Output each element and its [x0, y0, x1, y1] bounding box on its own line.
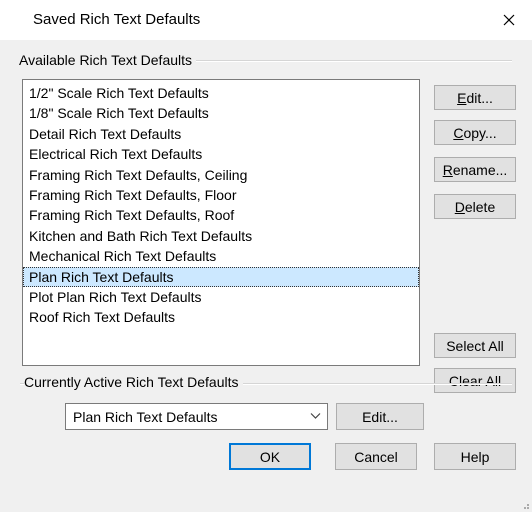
edit-button[interactable]: Edit...	[434, 85, 516, 110]
ok-button[interactable]: OK	[229, 443, 311, 470]
edit-button-label: dit...	[466, 89, 493, 106]
rename-button-mnemonic: R	[442, 161, 453, 178]
dialog-window: Saved Rich Text Defaults Available Rich …	[0, 0, 532, 512]
copy-button[interactable]: Copy...	[434, 120, 516, 145]
clear-all-button[interactable]: Clear All	[434, 368, 516, 393]
list-item[interactable]: Roof Rich Text Defaults	[23, 307, 419, 327]
defaults-list: 1/2" Scale Rich Text Defaults 1/8" Scale …	[23, 80, 419, 328]
resize-grip-icon[interactable]	[520, 500, 530, 510]
delete-button-label: elete	[464, 198, 496, 215]
defaults-listbox[interactable]: 1/2" Scale Rich Text Defaults 1/8" Scale …	[22, 79, 420, 366]
chevron-down-icon	[310, 413, 321, 419]
edit-button-mnemonic: E	[457, 89, 467, 106]
list-item[interactable]: Framing Rich Text Defaults, Roof	[23, 205, 419, 225]
rename-button[interactable]: Rename...	[434, 157, 516, 182]
select-all-button[interactable]: Select All	[434, 333, 516, 358]
list-item[interactable]: Plot Plan Rich Text Defaults	[23, 287, 419, 307]
list-item[interactable]: Framing Rich Text Defaults, Ceiling	[23, 165, 419, 185]
active-defaults-dropdown[interactable]: Plan Rich Text Defaults	[65, 403, 328, 430]
list-item[interactable]: Framing Rich Text Defaults, Floor	[23, 185, 419, 205]
delete-button[interactable]: Delete	[434, 194, 516, 219]
list-item[interactable]: Mechanical Rich Text Defaults	[23, 246, 419, 266]
cancel-button[interactable]: Cancel	[335, 443, 417, 470]
window-title: Saved Rich Text Defaults	[33, 11, 201, 28]
copy-button-label: opy...	[463, 124, 497, 141]
delete-button-mnemonic: D	[454, 198, 465, 215]
rename-button-label: ename...	[452, 161, 508, 178]
available-group-label: Available Rich Text Defaults	[19, 52, 197, 68]
list-item[interactable]: Plan Rich Text Defaults	[23, 266, 419, 287]
close-icon	[503, 14, 515, 26]
list-item[interactable]: Electrical Rich Text Defaults	[23, 144, 419, 164]
close-button[interactable]	[486, 0, 532, 40]
active-defaults-value: Plan Rich Text Defaults	[73, 409, 218, 425]
list-item[interactable]: 1/8" Scale Rich Text Defaults	[23, 103, 419, 123]
help-button[interactable]: Help	[434, 443, 516, 470]
list-item[interactable]: Kitchen and Bath Rich Text Defaults	[23, 226, 419, 246]
copy-button-mnemonic: C	[453, 124, 464, 141]
title-bar: Saved Rich Text Defaults	[0, 0, 532, 40]
list-item[interactable]: 1/2" Scale Rich Text Defaults	[23, 83, 419, 103]
list-item[interactable]: Detail Rich Text Defaults	[23, 124, 419, 144]
active-group-label: Currently Active Rich Text Defaults	[24, 374, 243, 390]
active-edit-button[interactable]: Edit...	[336, 403, 424, 430]
